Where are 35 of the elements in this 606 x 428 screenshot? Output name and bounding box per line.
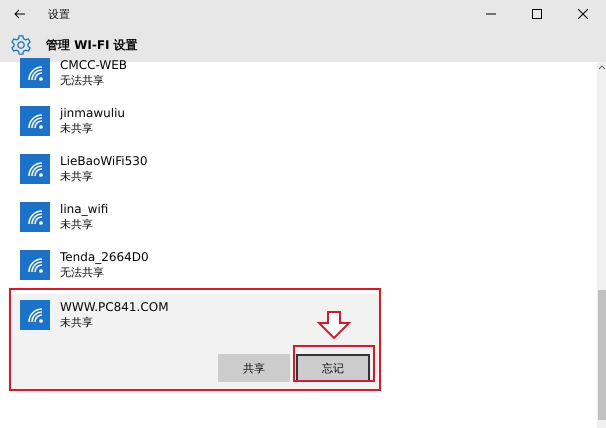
sharing-status: 未共享 — [60, 121, 94, 136]
network-name: lina_wifi — [60, 202, 108, 217]
sharing-status: 无法共享 — [60, 73, 105, 88]
network-item[interactable]: CMCC-WEB 无法共享 — [10, 54, 380, 92]
wifi-icon — [20, 154, 50, 184]
back-arrow-icon — [14, 9, 26, 19]
page-title: 管理 WI-FI 设置 — [46, 36, 138, 54]
sharing-status: 无法共享 — [60, 265, 105, 280]
settings-icon — [10, 34, 32, 56]
network-item[interactable]: WWW.PC841.COM 未共享 共享 忘记 — [10, 294, 380, 393]
sharing-status: 未共享 — [60, 315, 94, 330]
share-button[interactable]: 共享 — [218, 354, 290, 382]
close-icon — [578, 9, 588, 19]
network-item[interactable]: Tenda_2664D0 无法共享 — [10, 246, 380, 284]
window-title: 设置 — [48, 6, 70, 22]
wifi-icon — [20, 202, 50, 232]
network-name: WWW.PC841.COM — [60, 300, 169, 315]
network-item[interactable]: lina_wifi 未共享 — [10, 198, 380, 236]
wifi-icon — [20, 250, 50, 280]
network-item[interactable]: jinmawuliu 未共享 — [10, 102, 380, 140]
network-name: jinmawuliu — [60, 106, 126, 121]
down-arrow — [316, 311, 352, 339]
wifi-icon — [20, 106, 50, 136]
sharing-status: 未共享 — [60, 217, 94, 232]
network-item[interactable]: LieBaoWiFi530 未共享 — [10, 150, 380, 188]
forget-button[interactable]: 忘记 — [296, 354, 370, 382]
scrollbar[interactable] — [597, 62, 606, 428]
scroll-up-icon[interactable] — [598, 64, 606, 72]
sharing-status: 未共享 — [60, 169, 94, 184]
wifi-icon — [20, 58, 50, 88]
network-name: Tenda_2664D0 — [60, 250, 149, 265]
network-name: CMCC-WEB — [60, 58, 128, 73]
wifi-icon — [20, 300, 50, 330]
maximize-icon — [532, 9, 542, 19]
network-name: LieBaoWiFi530 — [60, 154, 148, 169]
